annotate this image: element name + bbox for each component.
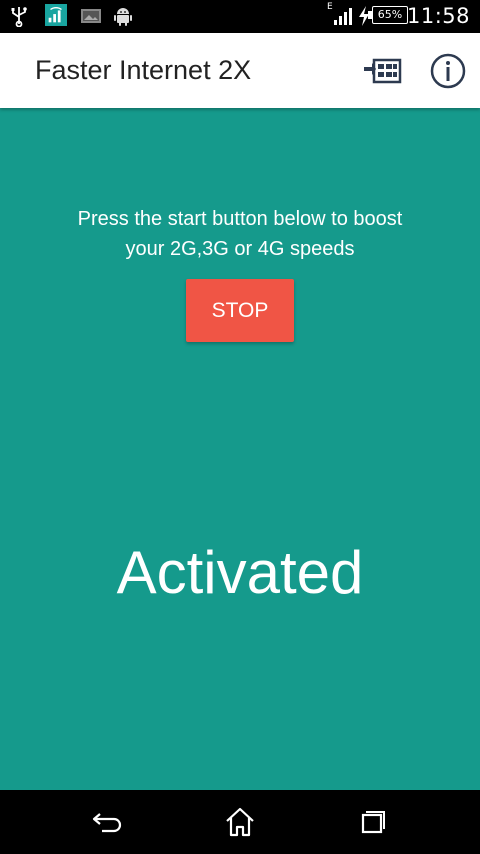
- usb-icon: [11, 7, 27, 27]
- navigation-bar: [0, 790, 480, 854]
- network-type-label: E: [327, 2, 333, 12]
- back-icon[interactable]: [88, 804, 128, 840]
- cell-signal-icon: [334, 8, 352, 25]
- status-bar: E 65% 11:58: [0, 0, 480, 33]
- app-title: Faster Internet 2X: [35, 55, 252, 85]
- battery-tip: [368, 11, 372, 19]
- activation-status: Activated: [116, 539, 364, 606]
- app-bar: Faster Internet 2X: [0, 33, 480, 108]
- image-notification-icon: [81, 9, 101, 23]
- screen: E 65% 11:58 Faster Internet 2X Press the…: [0, 0, 480, 854]
- status-time: 11:58: [406, 4, 470, 28]
- instruction-text: Press the start button below to boost yo…: [0, 204, 480, 264]
- android-icon: [114, 8, 132, 26]
- battery-icon: 65%: [372, 6, 408, 24]
- recent-apps-icon[interactable]: [352, 804, 392, 840]
- battery-level: 65%: [377, 8, 403, 21]
- info-icon[interactable]: [428, 51, 468, 91]
- more-apps-icon[interactable]: [362, 51, 402, 91]
- stop-button[interactable]: STOP: [186, 279, 294, 342]
- home-icon[interactable]: [220, 804, 260, 840]
- wifi-signal-app-icon: [45, 4, 67, 26]
- instruction-line-1: Press the start button below to boost: [77, 208, 403, 230]
- instruction-line-2: your 2G,3G or 4G speeds: [125, 238, 355, 260]
